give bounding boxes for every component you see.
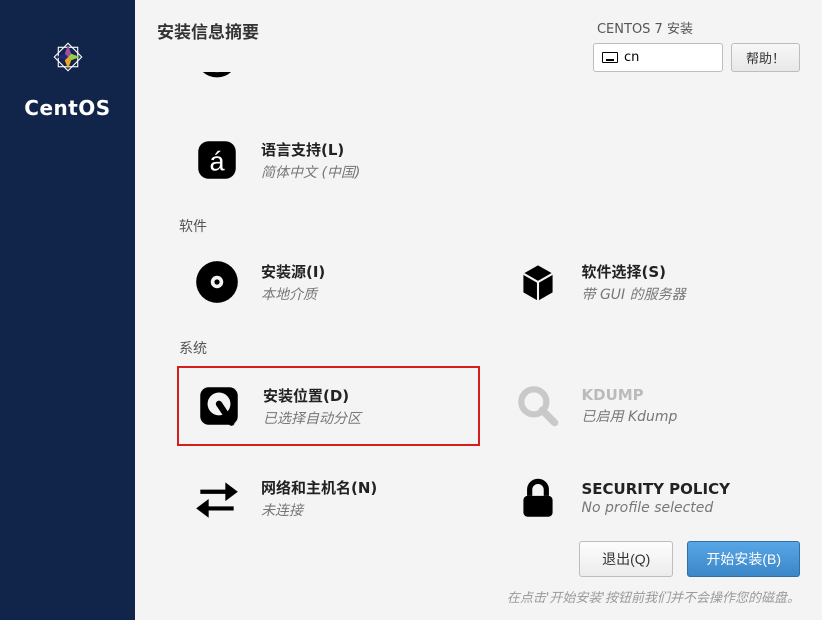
lock-icon [510, 470, 566, 526]
magnifier-icon [510, 378, 566, 434]
spoke-security-title: SECURITY POLICY [582, 480, 730, 498]
spoke-datetime[interactable]: 日期和时间(T) 亚洲/上海 时区 [177, 72, 480, 94]
installer-product-name: CENTOS 7 安装 [593, 18, 800, 37]
disc-icon [189, 254, 245, 310]
spoke-network[interactable]: 网络和主机名(N) 未连接 [177, 460, 480, 531]
spoke-install-destination[interactable]: 安装位置(D) 已选择自动分区 [177, 366, 480, 446]
footer: 退出(Q) 开始安装(B) 在点击'开始安装'按钮前我们并不会操作您的磁盘。 [135, 531, 822, 620]
sidebar: CentOS [0, 0, 135, 620]
spoke-kdump-status: 已启用 Kdump [582, 406, 678, 426]
spoke-language[interactable]: á 语言支持(L) 简体中文 (中国) [177, 122, 480, 198]
svg-text:á: á [209, 145, 225, 176]
spoke-kdump-title: KDUMP [582, 386, 678, 404]
spoke-install-source-status: 本地介质 [261, 284, 325, 304]
spoke-software-selection-status: 带 GUI 的服务器 [582, 284, 686, 304]
network-arrows-icon [189, 470, 245, 526]
keyboard-layout-value: cn [624, 50, 639, 65]
spoke-security-policy[interactable]: SECURITY POLICY No profile selected [498, 460, 801, 531]
help-button[interactable]: 帮助！ [731, 43, 800, 72]
footer-note: 在点击'开始安装'按钮前我们并不会操作您的磁盘。 [157, 587, 800, 606]
spoke-install-source-title: 安装源(I) [261, 261, 325, 282]
spoke-security-status: No profile selected [582, 500, 730, 516]
centos-logo-icon [41, 30, 95, 88]
spoke-language-status: 简体中文 (中国) [261, 162, 360, 182]
section-label-software: 软件 [179, 216, 800, 236]
spoke-kdump[interactable]: KDUMP 已启用 Kdump [498, 366, 801, 446]
spoke-software-selection-title: 软件选择(S) [582, 261, 686, 282]
spoke-network-status: 未连接 [261, 500, 377, 520]
main-panel: 安装信息摘要 CENTOS 7 安装 cn 帮助！ [135, 0, 822, 620]
keyboard-layout-indicator[interactable]: cn [593, 43, 723, 72]
quit-button[interactable]: 退出(Q) [579, 541, 673, 577]
clock-icon [189, 72, 245, 84]
keyboard-icon [602, 52, 618, 63]
spoke-language-title: 语言支持(L) [261, 139, 360, 160]
keyboard-large-icon [510, 72, 566, 84]
language-icon: á [189, 132, 245, 188]
content-area: 日期和时间(T) 亚洲/上海 时区 键盘(K) 汉语 [135, 72, 822, 531]
spoke-keyboard[interactable]: 键盘(K) 汉语 [498, 72, 801, 94]
top-bar: 安装信息摘要 CENTOS 7 安装 cn 帮助！ [135, 0, 822, 72]
spoke-software-selection[interactable]: 软件选择(S) 带 GUI 的服务器 [498, 244, 801, 320]
spoke-install-destination-status: 已选择自动分区 [263, 408, 361, 428]
brand-name: CentOS [24, 96, 110, 120]
spoke-install-destination-title: 安装位置(D) [263, 385, 361, 406]
page-title: 安装信息摘要 [157, 18, 259, 43]
package-icon [510, 254, 566, 310]
begin-install-button[interactable]: 开始安装(B) [687, 541, 800, 577]
spoke-install-source[interactable]: 安装源(I) 本地介质 [177, 244, 480, 320]
section-label-system: 系统 [179, 338, 800, 358]
spoke-network-title: 网络和主机名(N) [261, 477, 377, 498]
harddisk-icon [191, 378, 247, 434]
